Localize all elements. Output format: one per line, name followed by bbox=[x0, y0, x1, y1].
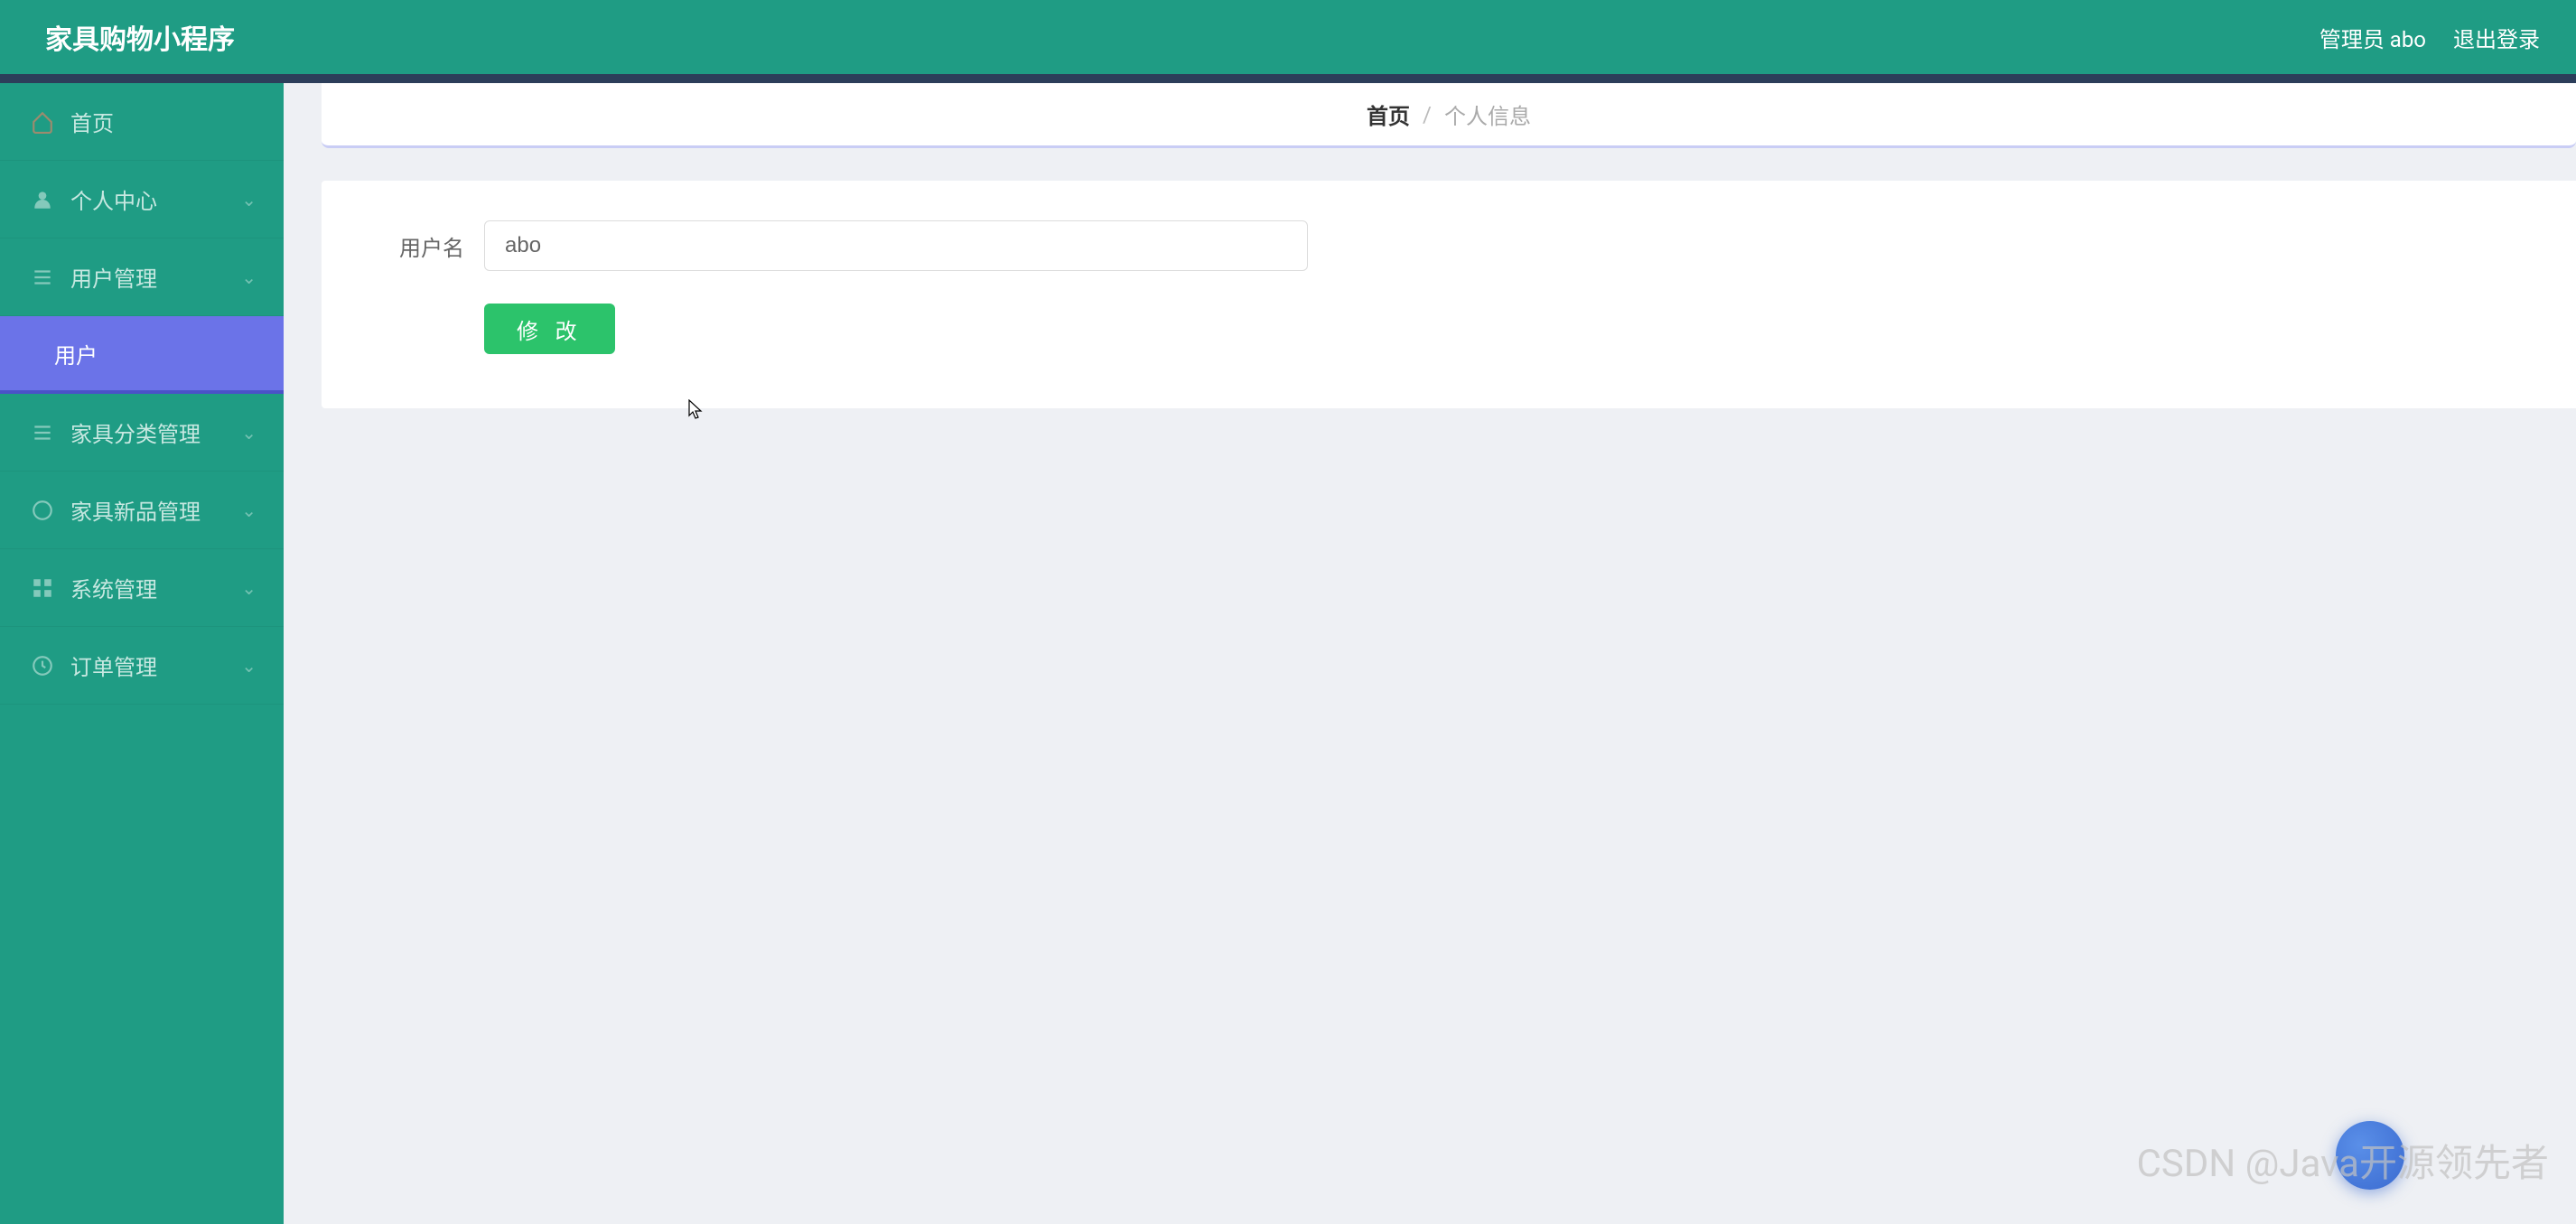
list-icon bbox=[31, 266, 54, 289]
sidebar-item-order-mgmt[interactable]: 订单管理 ⌄ bbox=[0, 627, 284, 705]
sidebar-item-label: 首页 bbox=[70, 106, 257, 137]
sidebar-item-new-mgmt[interactable]: 家具新品管理 ⌄ bbox=[0, 472, 284, 549]
breadcrumb-home[interactable]: 首页 bbox=[1367, 98, 1410, 130]
chevron-down-icon: ⌄ bbox=[241, 189, 257, 210]
sidebar-item-label: 家具分类管理 bbox=[70, 416, 241, 448]
main-content: 首页 / 个人信息 用户名 修 改 bbox=[284, 83, 2576, 1224]
app-header: 家具购物小程序 管理员 abo 退出登录 bbox=[0, 0, 2576, 83]
sidebar: 首页 个人中心 ⌄ 用户管理 ⌄ 用户 家具分类管理 ⌄ bbox=[0, 83, 284, 1224]
sidebar-item-category-mgmt[interactable]: 家具分类管理 ⌄ bbox=[0, 394, 284, 472]
form-row-username: 用户名 bbox=[385, 220, 2513, 271]
sidebar-item-user-mgmt[interactable]: 用户管理 ⌄ bbox=[0, 238, 284, 316]
sidebar-item-user[interactable]: 用户 bbox=[0, 316, 284, 394]
circle-icon bbox=[31, 499, 54, 522]
home-icon bbox=[31, 110, 54, 134]
sidebar-item-label: 用户 bbox=[54, 338, 257, 369]
sidebar-item-home[interactable]: 首页 bbox=[0, 83, 284, 161]
content-card: 用户名 修 改 bbox=[322, 181, 2576, 408]
sidebar-item-label: 家具新品管理 bbox=[70, 494, 241, 526]
list-icon bbox=[31, 421, 54, 444]
username-label: 用户名 bbox=[385, 230, 464, 262]
form-actions: 修 改 bbox=[385, 304, 2513, 354]
sidebar-item-profile[interactable]: 个人中心 ⌄ bbox=[0, 161, 284, 238]
header-right: 管理员 abo 退出登录 bbox=[2319, 22, 2540, 53]
username-input[interactable] bbox=[484, 220, 1308, 271]
chevron-down-icon: ⌄ bbox=[241, 422, 257, 444]
chevron-down-icon: ⌄ bbox=[241, 266, 257, 288]
user-icon bbox=[31, 188, 54, 211]
sidebar-item-label: 用户管理 bbox=[70, 261, 241, 293]
grid-icon bbox=[31, 576, 54, 600]
chevron-down-icon: ⌄ bbox=[241, 655, 257, 677]
admin-label[interactable]: 管理员 abo bbox=[2319, 22, 2426, 53]
logout-link[interactable]: 退出登录 bbox=[2453, 22, 2540, 53]
sidebar-item-label: 订单管理 bbox=[70, 649, 241, 681]
sidebar-item-label: 个人中心 bbox=[70, 183, 241, 215]
main-container: 首页 个人中心 ⌄ 用户管理 ⌄ 用户 家具分类管理 ⌄ bbox=[0, 83, 2576, 1224]
breadcrumb-current: 个人信息 bbox=[1444, 98, 1531, 130]
breadcrumb: 首页 / 个人信息 bbox=[322, 83, 2576, 148]
sidebar-item-label: 系统管理 bbox=[70, 572, 241, 603]
chevron-down-icon: ⌄ bbox=[241, 577, 257, 599]
app-title: 家具购物小程序 bbox=[45, 17, 235, 57]
clock-icon bbox=[31, 654, 54, 677]
breadcrumb-separator: / bbox=[1423, 102, 1432, 127]
sidebar-item-system-mgmt[interactable]: 系统管理 ⌄ bbox=[0, 549, 284, 627]
chevron-down-icon: ⌄ bbox=[241, 500, 257, 521]
submit-button[interactable]: 修 改 bbox=[484, 304, 615, 354]
